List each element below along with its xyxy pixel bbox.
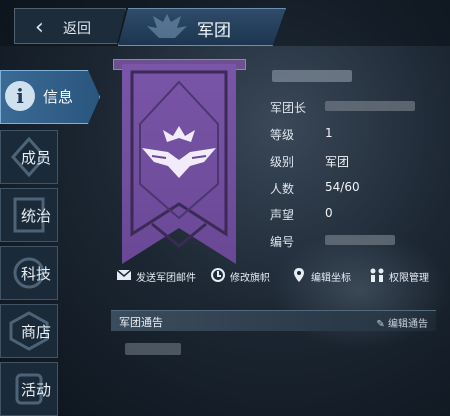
page-title-tab: 军团 (118, 8, 286, 46)
guild-name-redacted (272, 70, 352, 82)
prestige-label: 声望 (270, 208, 295, 222)
edit-notice-button[interactable]: ✎ 编辑通告 (376, 315, 428, 330)
location-pin-icon (294, 268, 304, 282)
edit-coordinates-label: 编辑坐标 (311, 273, 351, 284)
edit-flag-label: 修改旗帜 (230, 273, 270, 284)
pencil-icon: ✎ (376, 319, 385, 330)
rank-value: 军团 (325, 155, 350, 169)
guild-emblem-icon (147, 14, 187, 38)
nav-item-shop[interactable]: 商店 (0, 304, 58, 358)
leader-label: 军团长 (270, 101, 307, 115)
nav-item-label: 商店 (21, 323, 52, 341)
nav-item-members[interactable]: 成员 (0, 130, 58, 184)
leader-value-redacted (325, 101, 415, 111)
nav-item-tech[interactable]: 科技 (0, 246, 58, 300)
members-count-value: 54/60 (325, 180, 360, 194)
background-glow (270, 230, 450, 350)
crown-wings-emblem-icon (142, 126, 216, 178)
guild-notice-title: 军团通告 (119, 316, 163, 329)
id-label: 编号 (270, 235, 295, 249)
back-label: 返回 (63, 21, 91, 37)
edit-notice-label: 编辑通告 (388, 319, 428, 330)
level-label: 等级 (270, 128, 295, 142)
guild-notice-header: 军团通告 ✎ 编辑通告 (111, 310, 436, 331)
rank-label: 级别 (270, 155, 295, 169)
page-title: 军团 (197, 21, 231, 41)
id-value-redacted (325, 235, 395, 245)
permissions-label: 权限管理 (389, 273, 429, 284)
nav-item-label: 统治 (21, 207, 52, 225)
nav-item-label: 活动 (21, 381, 52, 399)
members-count-label: 人数 (270, 182, 295, 196)
nav-item-rule[interactable]: 统治 (0, 188, 58, 242)
nav-item-info[interactable]: i 信息 (0, 70, 100, 124)
chevron-left-icon: ‹ (35, 15, 44, 40)
top-bar: ‹ 返回 军团 (0, 0, 450, 46)
nav-item-events[interactable]: 活动 (0, 362, 58, 416)
info-icon: i (5, 81, 35, 111)
nav-item-label: 成员 (21, 149, 52, 167)
nav-item-label: 信息 (43, 88, 74, 106)
refresh-flag-icon (211, 268, 225, 282)
permissions-icon (370, 268, 384, 282)
prestige-value: 0 (325, 206, 333, 220)
mail-icon (116, 269, 132, 280)
guild-notice-text-redacted (125, 343, 181, 355)
level-value: 1 (325, 126, 333, 140)
send-guild-mail-label: 发送军团邮件 (136, 273, 196, 284)
nav-item-label: 科技 (21, 265, 52, 283)
back-button[interactable]: ‹ 返回 (14, 8, 126, 44)
